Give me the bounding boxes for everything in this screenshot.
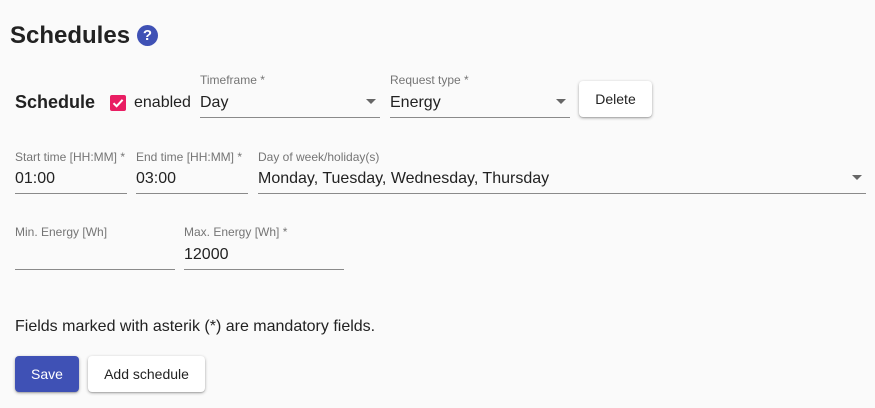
- end-time-input[interactable]: 03:00: [136, 167, 248, 194]
- max-energy-label: Max. Energy [Wh] *: [184, 225, 288, 239]
- timeframe-value: Day: [200, 94, 229, 111]
- day-of-week-select[interactable]: Monday, Tuesday, Wednesday, Thursday: [258, 167, 866, 194]
- delete-button[interactable]: Delete: [579, 81, 652, 117]
- page-title: Schedules: [10, 22, 131, 49]
- schedule-label: Schedule: [15, 92, 96, 112]
- help-icon[interactable]: ?: [137, 25, 158, 46]
- request-type-label: Request type *: [390, 73, 469, 87]
- day-of-week-label: Day of week/holiday(s): [258, 150, 380, 164]
- check-icon: [112, 99, 124, 108]
- start-time-value: 01:00: [15, 170, 56, 187]
- max-energy-input[interactable]: 12000: [184, 243, 344, 270]
- start-time-input[interactable]: 01:00: [15, 167, 127, 194]
- start-time-label: Start time [HH:MM] *: [15, 150, 126, 164]
- request-type-value: Energy: [390, 94, 441, 111]
- add-schedule-button[interactable]: Add schedule: [88, 356, 205, 392]
- day-of-week-value: Monday, Tuesday, Wednesday, Thursday: [258, 170, 550, 187]
- timeframe-select[interactable]: Day: [200, 91, 380, 118]
- mandatory-fields-note: Fields marked with asterik (*) are manda…: [15, 318, 376, 335]
- chevron-down-icon: [852, 175, 862, 180]
- request-type-select[interactable]: Energy: [390, 91, 570, 118]
- timeframe-label: Timeframe *: [200, 73, 265, 87]
- enabled-label: enabled: [134, 94, 191, 111]
- min-energy-label: Min. Energy [Wh]: [15, 225, 108, 239]
- end-time-value: 03:00: [136, 170, 177, 187]
- max-energy-value: 12000: [184, 246, 229, 263]
- chevron-down-icon: [556, 99, 566, 104]
- min-energy-input[interactable]: [15, 243, 175, 270]
- save-button[interactable]: Save: [15, 356, 79, 392]
- enabled-checkbox[interactable]: [110, 95, 126, 111]
- chevron-down-icon: [366, 99, 376, 104]
- end-time-label: End time [HH:MM] *: [136, 150, 243, 164]
